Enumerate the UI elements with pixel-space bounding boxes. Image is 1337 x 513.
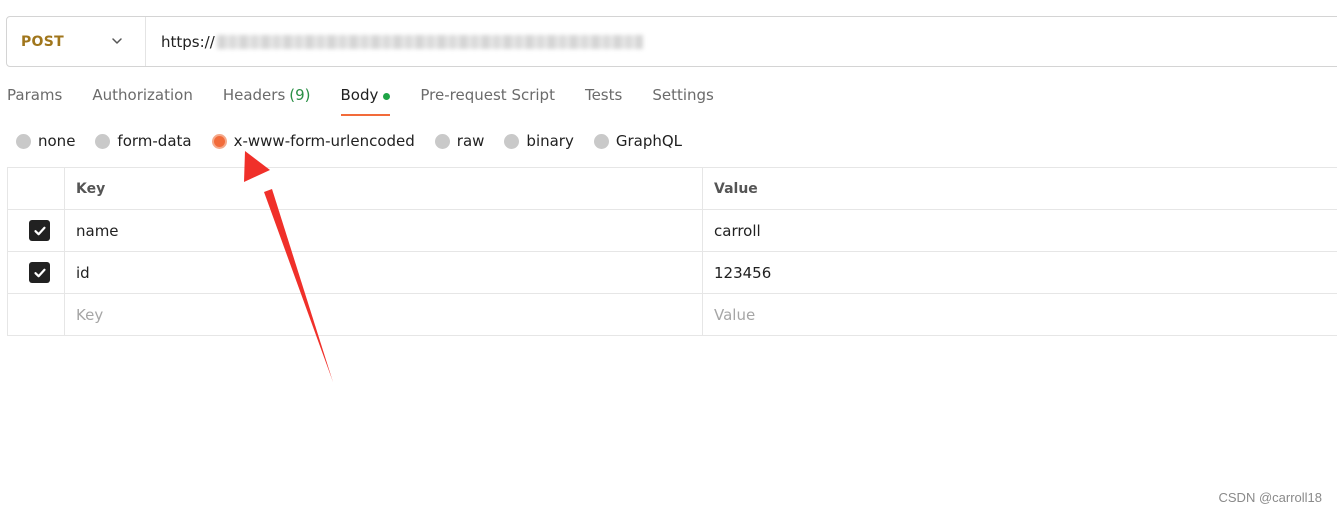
tab-pre-request-script[interactable]: Pre-request Script	[420, 86, 555, 116]
value-cell[interactable]: carroll	[703, 210, 1337, 251]
tab-headers[interactable]: Headers (9)	[223, 86, 311, 116]
radio-label: binary	[526, 132, 574, 150]
header-check-cell	[8, 168, 65, 209]
radio-icon	[504, 133, 520, 149]
tab-params[interactable]: Params	[7, 86, 62, 116]
radio-icon	[16, 133, 31, 149]
value-input-placeholder[interactable]: Value	[703, 294, 1337, 335]
key-cell[interactable]: id	[65, 252, 703, 293]
radio-x-www-form-urlencoded[interactable]: x-www-form-urlencoded	[211, 132, 415, 150]
tab-label: Headers	[222, 86, 286, 104]
chevron-down-icon	[112, 38, 122, 44]
radio-icon	[593, 133, 609, 149]
radio-raw[interactable]: raw	[434, 132, 485, 150]
header-value: Value	[703, 168, 1337, 209]
key-cell[interactable]: name	[65, 210, 703, 251]
request-url-bar: POST https://	[6, 16, 1337, 67]
body-type-radio-group: none form-data x-www-form-urlencoded raw…	[16, 132, 702, 150]
urlencoded-params-table: Key Value name carroll id 123456 Key Val	[7, 167, 1337, 336]
radio-label: none	[38, 132, 76, 150]
key-input-placeholder[interactable]: Key	[65, 294, 703, 335]
check-cell	[8, 294, 65, 335]
body-indicator-dot	[383, 93, 391, 100]
tab-label: Authorization	[92, 86, 193, 104]
url-redacted	[216, 34, 643, 49]
radio-selected-icon	[211, 133, 227, 149]
table-row: id 123456	[8, 252, 1337, 294]
table-header-row: Key Value	[8, 168, 1337, 210]
url-text: https://	[161, 32, 215, 51]
tab-authorization[interactable]: Authorization	[92, 86, 192, 116]
tab-body[interactable]: Body	[340, 86, 391, 116]
radio-label: form-data	[117, 132, 192, 150]
value-cell[interactable]: 123456	[703, 252, 1337, 293]
row-checkbox[interactable]	[29, 220, 50, 241]
tab-label: Params	[7, 86, 63, 104]
radio-label: GraphQL	[615, 132, 683, 150]
header-key: Key	[65, 168, 703, 209]
headers-count: (9)	[289, 86, 311, 104]
request-tabs: Params Authorization Headers (9) Body Pr…	[7, 86, 744, 118]
method-label: POST	[21, 33, 64, 50]
checkmark-icon	[33, 226, 46, 235]
radio-icon	[434, 133, 450, 149]
radio-icon	[95, 133, 111, 149]
check-cell	[8, 252, 65, 293]
tab-label: Tests	[584, 86, 623, 104]
tab-label: Body	[340, 86, 379, 104]
checkmark-icon	[33, 268, 46, 277]
radio-label: x-www-form-urlencoded	[233, 132, 415, 150]
tab-settings[interactable]: Settings	[652, 86, 714, 116]
radio-label: raw	[456, 132, 485, 150]
tab-tests[interactable]: Tests	[585, 86, 622, 116]
radio-graphql[interactable]: GraphQL	[593, 132, 683, 150]
radio-binary[interactable]: binary	[504, 132, 574, 150]
table-row-empty: Key Value	[8, 294, 1337, 336]
table-row: name carroll	[8, 210, 1337, 252]
tab-label: Pre-request Script	[420, 86, 555, 104]
radio-form-data[interactable]: form-data	[95, 132, 192, 150]
radio-none[interactable]: none	[16, 132, 75, 150]
watermark: CSDN @carroll18	[1218, 490, 1323, 505]
row-checkbox[interactable]	[29, 262, 50, 283]
check-cell	[8, 210, 65, 251]
tab-label: Settings	[652, 86, 714, 104]
method-select[interactable]: POST	[7, 17, 146, 66]
url-input[interactable]: https://	[161, 33, 643, 51]
